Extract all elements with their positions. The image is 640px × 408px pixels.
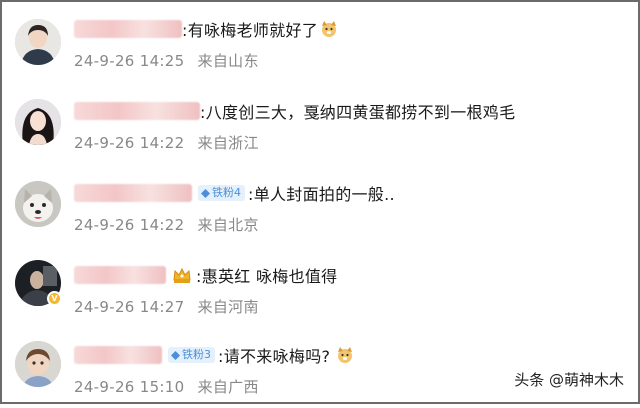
comment-time: 14:27 — [139, 298, 185, 316]
comment-location: 来自北京 — [197, 216, 259, 234]
dog-emoji-icon — [338, 347, 353, 363]
comment-line: 铁粉3 :请不来咏梅吗? — [74, 343, 354, 367]
fan-level-label: 铁粉3 — [182, 348, 211, 361]
comment-list-frame: :有咏梅老师就好了 24-9-26 14:25 来自山东:八度创三大，戛纳四黄… — [0, 0, 640, 404]
comment-line: :惠英红 咏梅也值得 — [74, 263, 337, 287]
watermark: 头条 @萌神木木 — [514, 371, 624, 389]
comment-date: 24-9-26 — [74, 134, 135, 152]
comment-item: :八度创三大，戛纳四黄蛋都捞不到一根鸡毛 24-9-26 14:22 来自浙江 — [2, 84, 638, 164]
verified-badge-icon: V — [47, 291, 62, 306]
avatar[interactable] — [15, 181, 61, 227]
blurred-username[interactable] — [74, 20, 182, 38]
comment-location: 来自广西 — [197, 378, 259, 396]
fan-level-badge: 铁粉4 — [198, 185, 245, 201]
comment-time: 14:22 — [139, 134, 185, 152]
avatar[interactable] — [15, 19, 61, 65]
comment-time: 14:25 — [139, 52, 185, 70]
comment-time: 15:10 — [139, 378, 185, 396]
comment-time: 14:22 — [139, 216, 185, 234]
fan-level-label: 铁粉4 — [212, 186, 241, 199]
blurred-username[interactable] — [74, 184, 192, 202]
crown-icon — [173, 267, 191, 283]
comment-meta: 24-9-26 15:10 来自广西 — [74, 376, 259, 397]
comment-item: 铁粉3 :请不来咏梅吗? 24-9-26 15:10 来自广西 — [2, 328, 638, 408]
diamond-icon — [171, 350, 180, 360]
comment-text: :请不来咏梅吗? — [218, 347, 331, 366]
comment-location: 来自山东 — [197, 52, 259, 70]
comment-location: 来自浙江 — [197, 134, 259, 152]
comment-line: 铁粉4 :单人封面拍的一般.. — [74, 181, 395, 205]
comment-text: :八度创三大，戛纳四黄蛋都捞不到一根鸡毛 — [200, 103, 516, 122]
blurred-username[interactable] — [74, 346, 162, 364]
comment-item: V :惠英红 咏梅也值得 24-9-26 14:27 来自河南 — [2, 248, 638, 328]
diamond-icon — [201, 188, 210, 198]
comment-text: :惠英红 咏梅也值得 — [196, 267, 338, 286]
fan-level-badge: 铁粉3 — [168, 347, 215, 363]
comment-text: :单人封面拍的一般.. — [248, 185, 395, 204]
comment-date: 24-9-26 — [74, 216, 135, 234]
comment-meta: 24-9-26 14:27 来自河南 — [74, 296, 259, 317]
dog-emoji-icon — [322, 21, 337, 37]
comment-item: :有咏梅老师就好了 24-9-26 14:25 来自山东 — [2, 2, 638, 82]
blurred-username[interactable] — [74, 266, 166, 284]
comment-item: 铁粉4 :单人封面拍的一般.. 24-9-26 14:22 来自北京 — [2, 166, 638, 246]
comment-date: 24-9-26 — [74, 52, 135, 70]
comment-meta: 24-9-26 14:22 来自浙江 — [74, 132, 259, 153]
comment-meta: 24-9-26 14:22 来自北京 — [74, 214, 259, 235]
comment-date: 24-9-26 — [74, 378, 135, 396]
avatar[interactable] — [15, 341, 61, 387]
avatar[interactable] — [15, 99, 61, 145]
comment-text: :有咏梅老师就好了 — [182, 21, 319, 40]
blurred-username[interactable] — [74, 102, 200, 120]
comment-location: 来自河南 — [197, 298, 259, 316]
comment-line: :有咏梅老师就好了 — [74, 17, 338, 41]
comment-line: :八度创三大，戛纳四黄蛋都捞不到一根鸡毛 — [74, 99, 515, 123]
comment-meta: 24-9-26 14:25 来自山东 — [74, 50, 259, 71]
comment-date: 24-9-26 — [74, 298, 135, 316]
